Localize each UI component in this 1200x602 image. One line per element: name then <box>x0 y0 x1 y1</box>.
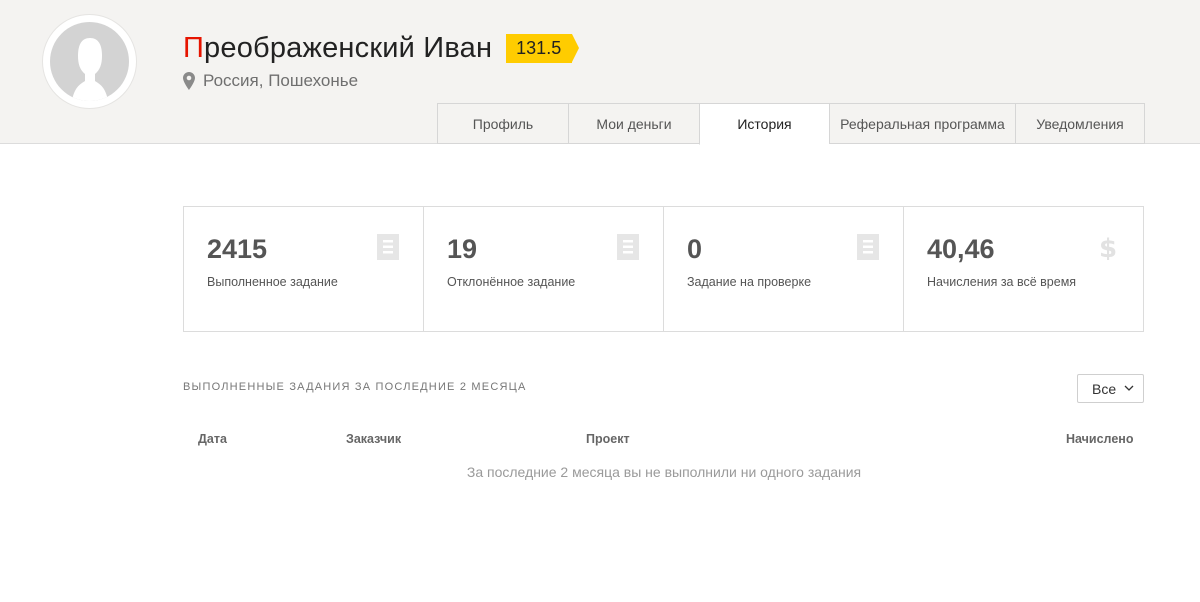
tab-notifications[interactable]: Уведомления <box>1015 103 1145 144</box>
tab-my-money[interactable]: Мои деньги <box>568 103 699 144</box>
history-empty-message: За последние 2 месяца вы не выполнили ни… <box>466 464 862 480</box>
history-filter-select[interactable]: Все <box>1077 374 1144 403</box>
stats-panel: 2415 Выполненное задание 19 Отклонённое … <box>183 206 1144 332</box>
tab-history[interactable]: История <box>699 103 829 145</box>
svg-text:$: $ <box>1099 234 1117 260</box>
avatar[interactable] <box>43 15 136 108</box>
stat-value: 0 <box>687 234 703 264</box>
profile-tabs: Профиль Мои деньги История Реферальная п… <box>437 103 1145 145</box>
stat-rejected: 19 Отклонённое задание <box>424 207 664 331</box>
user-name-rest: реображенский Иван <box>204 31 493 64</box>
column-header-date[interactable]: Дата <box>198 432 227 446</box>
document-icon <box>857 234 879 260</box>
column-header-accrued[interactable]: Начислено <box>1066 432 1133 446</box>
document-icon <box>377 234 399 260</box>
stat-value: 19 <box>447 234 478 264</box>
stat-label: Выполненное задание <box>207 275 338 289</box>
stat-label: Задание на проверке <box>687 275 812 289</box>
location-text: Россия, Пошехонье <box>203 71 359 90</box>
profile-name-row: Преображенский Иван 131.5 <box>183 30 580 66</box>
stat-label: Отклонённое задание <box>447 275 576 289</box>
history-section-title: Выполненные задания за последние 2 месяц… <box>183 381 527 393</box>
stat-label: Начисления за всё время <box>927 275 1077 289</box>
user-location: Россия, Пошехонье <box>183 70 358 92</box>
rating-badge: 131.5 <box>506 33 580 63</box>
stat-value: 40,46 <box>927 234 995 264</box>
chevron-down-icon <box>1124 385 1134 391</box>
stat-in-review: 0 Задание на проверке <box>664 207 904 331</box>
user-name: Преображенский Иван <box>183 32 492 65</box>
user-name-first-letter: П <box>183 31 205 64</box>
document-icon <box>617 234 639 260</box>
stat-total-earnings: 40,46 Начисления за всё время $ <box>904 207 1143 331</box>
column-header-customer[interactable]: Заказчик <box>346 432 401 446</box>
tab-profile[interactable]: Профиль <box>437 103 568 144</box>
column-header-project[interactable]: Проект <box>586 432 630 446</box>
stat-completed: 2415 Выполненное задание <box>184 207 424 331</box>
filter-value: Все <box>1092 380 1117 397</box>
user-silhouette-icon <box>50 22 129 101</box>
profile-header: Преображенский Иван 131.5 Россия, Пошехо… <box>0 0 1200 145</box>
map-pin-icon <box>183 72 195 90</box>
stat-value: 2415 <box>207 234 268 264</box>
dollar-icon: $ <box>1099 234 1117 260</box>
tab-referral-program[interactable]: Реферальная программа <box>829 103 1015 144</box>
